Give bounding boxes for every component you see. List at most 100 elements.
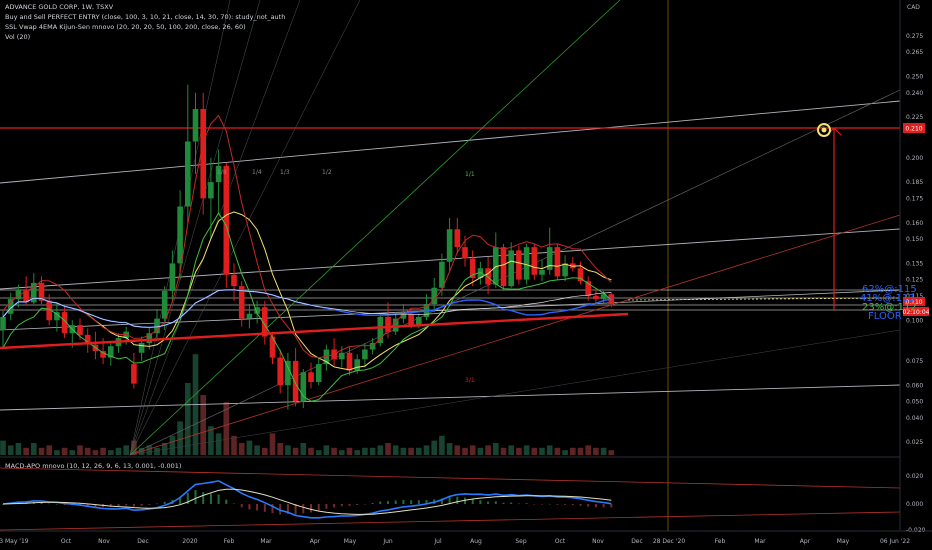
x-tick-label: Oct [555,538,566,545]
macd-histogram-bar [564,504,567,505]
macd-histogram-bar [471,499,474,504]
candle-body [462,247,468,259]
volume-bar [354,450,360,455]
volume-bar [285,445,291,455]
volume-bar [439,435,445,455]
volume-bar [562,450,568,455]
volume-bar [500,447,507,455]
macd-histogram-bar [502,502,505,504]
macd-histogram-bar [456,496,459,504]
macd-histogram-bar [225,499,228,504]
volume-bar [185,383,191,455]
macd-histogram-bar [363,504,366,505]
x-tick-label: Nov [98,538,110,545]
candle-body [100,351,106,358]
candle-body [177,206,183,264]
svg-text:0.210: 0.210 [905,126,922,133]
macd-histogram-bar [587,504,590,507]
fib-label: 1/1 [465,171,475,178]
volume-bar [554,447,561,455]
volume-bar [323,445,330,455]
y-tick-label: 0.125 [906,277,923,284]
candle-body [516,250,522,280]
candle-body [508,250,514,287]
volume-bar [523,445,530,455]
y-tick-label: 0.225 [906,114,923,121]
volume-bar [169,435,176,455]
y-tick-label: 0.040 [906,415,923,422]
volume-bar [0,440,6,455]
volume-bar [46,445,52,455]
x-tick-label: Mar [754,538,766,545]
macd-histogram-bar [610,504,613,508]
volume-bar [277,443,283,455]
volume-bar [362,447,368,455]
target-circle-dot [821,127,827,133]
volume-bar [385,443,391,455]
volume-bar [462,447,468,455]
x-tick-label: Mar [260,538,272,545]
macd-histogram-bar [317,504,320,511]
chart-root: 0.275 0.265 0.250 0.240 0.225 0.200 0.185 0.175… [0,0,932,550]
y-tick-label: 0.100 [906,317,923,324]
indicator-legend-1: Buy and Sell PERFECT ENTRY (close, 100, … [5,13,285,21]
macd-histogram-bar [209,493,212,504]
candle-body [354,359,360,371]
volume-bar [108,450,114,455]
macd-tick-label: 0.000 [906,501,923,508]
volume-bar [577,447,584,455]
macd-histogram-bar [117,504,120,507]
macd-histogram-bar [448,496,451,504]
candle-body [346,352,353,371]
volume-bar [115,447,122,455]
candle-body [138,343,145,353]
candle-body [531,247,538,275]
macd-histogram-bar [48,503,51,505]
candle-body [339,352,345,360]
volume-bar [593,447,599,455]
x-tick-label: Dec [137,538,149,545]
volume-bar [570,447,576,455]
x-tick-label: Feb [224,538,235,545]
volume-bar [69,450,76,455]
y-tick-label: 0.275 [906,33,923,40]
chart-title: ADVANCE GOLD CORP, 1W, TSXV [5,3,114,11]
macd-histogram-bar [156,503,158,505]
candle-body [269,336,276,358]
candle-body [523,247,530,280]
macd-histogram-bar [310,504,312,513]
candle-body [446,229,453,262]
macd-histogram-bar [417,500,420,504]
volume-bar [177,421,183,455]
price-chart[interactable]: 0.275 0.265 0.250 0.240 0.225 0.200 0.185 0.175… [0,0,932,550]
volume-bar [339,450,345,455]
x-tick-label: 03 May '19 [0,538,29,545]
volume-bar [377,445,384,455]
volume-bar [392,445,399,455]
y-tick-label: 0.250 [906,74,923,81]
macd-histogram-bar [533,504,536,505]
candle-body [192,109,199,142]
macd-histogram-bar [410,500,413,504]
macd-histogram-bar [202,492,205,504]
macd-histogram-bar [371,503,374,504]
volume-bar [238,443,245,455]
volume-bar [31,443,37,455]
x-tick-label: Nov [592,538,604,545]
volume-bar [454,445,461,455]
candle-body [500,247,507,287]
candle-body [408,313,414,326]
x-tick-label: Oct [61,538,72,545]
volume-bar [77,445,83,455]
y-tick-label: 0.160 [906,220,923,227]
macd-histogram-bar [579,504,582,506]
candle-body [554,247,561,277]
macd-histogram-bar [55,503,58,505]
candle-body [0,317,6,330]
volume-bar [346,447,353,455]
y-tick-label: 0.240 [906,90,923,97]
macd-histogram-bar [263,504,266,512]
candle-body [285,360,291,386]
macd-histogram-bar [217,494,220,504]
macd-histogram-bar [571,504,574,506]
